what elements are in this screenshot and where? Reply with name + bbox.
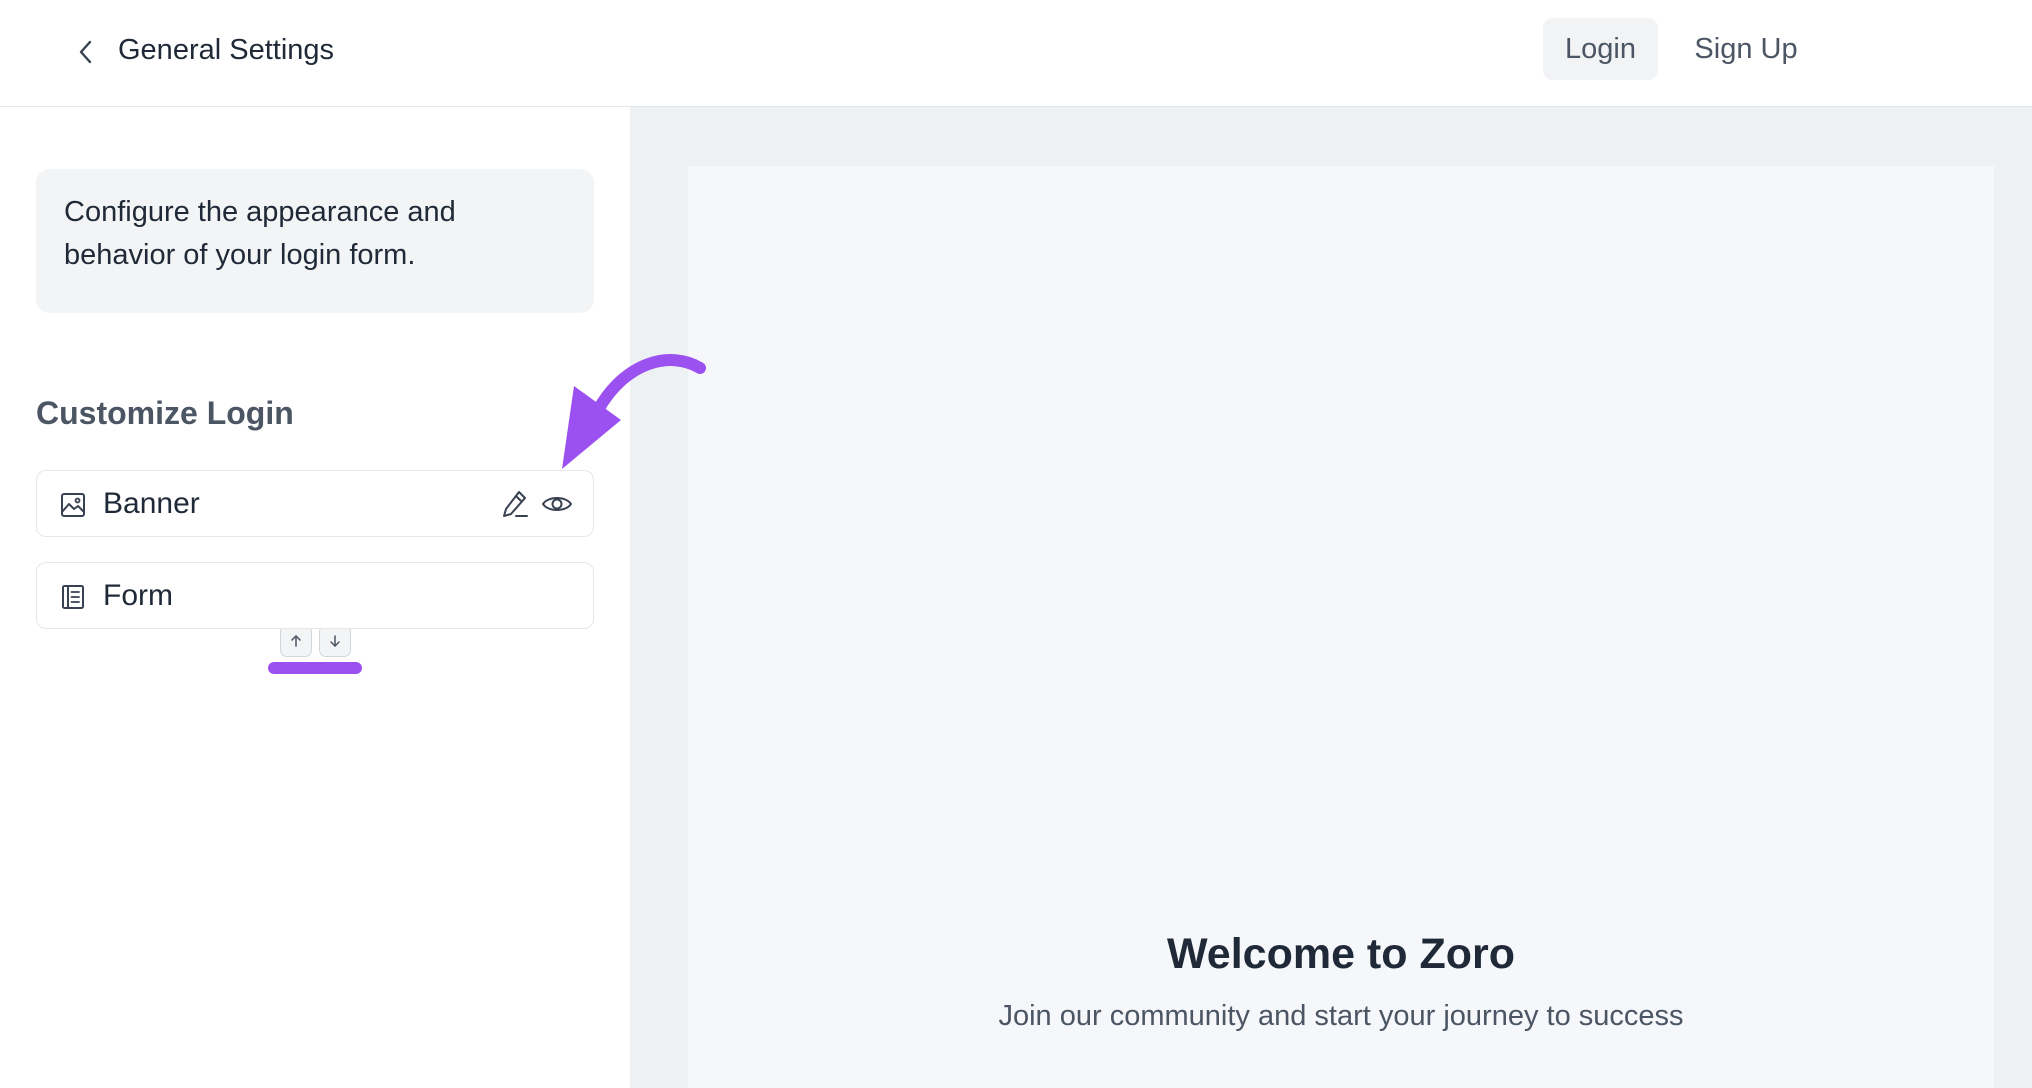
edit-icon[interactable] — [499, 488, 531, 520]
item-label-banner: Banner — [103, 487, 200, 520]
chevron-left-icon — [79, 40, 92, 64]
item-label-form: Form — [103, 579, 173, 612]
form-icon — [62, 585, 84, 609]
list-item-form[interactable]: Form — [36, 562, 594, 629]
top-header: General Settings Login Sign Up — [0, 0, 2032, 107]
preview-area: Welcome to Zoro Join our community and s… — [630, 107, 2032, 1088]
info-box: Configure the appearance and behavior of… — [36, 169, 594, 313]
drop-indicator — [268, 662, 362, 674]
eye-icon[interactable] — [541, 488, 573, 520]
page-title: General Settings — [118, 34, 335, 66]
welcome-title: Welcome to Zoro — [1166, 930, 1515, 978]
sidebar: Configure the appearance and behavior of… — [0, 107, 630, 1088]
back-button[interactable] — [66, 32, 106, 72]
arrow-up-icon — [291, 635, 301, 647]
login-preview: Welcome to Zoro Join our community and s… — [688, 166, 1994, 1088]
tab-login[interactable]: Login — [1543, 18, 1658, 80]
move-down-button[interactable] — [319, 625, 351, 657]
list-item-banner[interactable]: Banner — [36, 470, 594, 537]
welcome-subtitle: Join our community and start your journe… — [998, 1000, 1684, 1032]
arrow-down-icon — [330, 635, 340, 647]
move-up-button[interactable] — [280, 625, 312, 657]
section-heading: Customize Login — [36, 395, 294, 431]
tab-sign-up[interactable]: Sign Up — [1678, 18, 1814, 80]
image-icon — [61, 493, 85, 517]
